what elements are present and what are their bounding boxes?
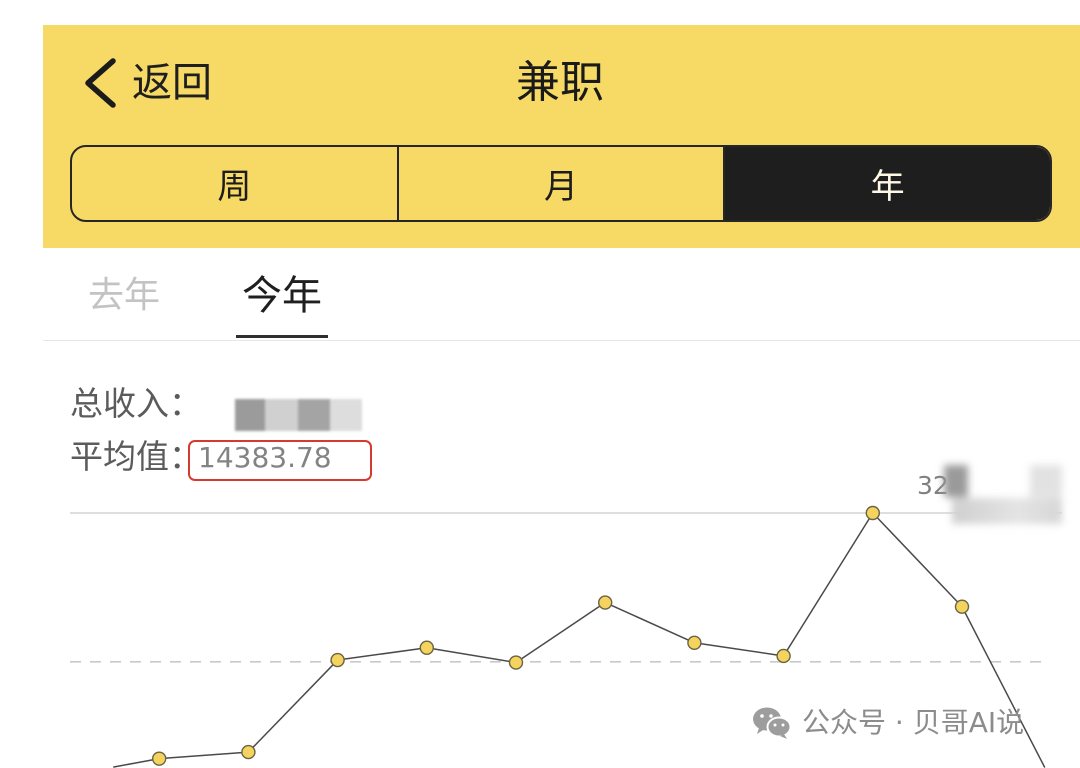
data-point bbox=[151, 751, 167, 766]
series-line-segment bbox=[782, 512, 874, 657]
data-point bbox=[954, 599, 970, 614]
watermark: 公众号 · 贝哥AI说 bbox=[752, 702, 1024, 744]
data-point bbox=[776, 648, 791, 664]
segment-month[interactable]: 月 bbox=[399, 147, 726, 220]
wechat-icon bbox=[752, 706, 792, 740]
watermark-text: 公众号 · 贝哥AI说 bbox=[802, 706, 1025, 739]
tabs-divider bbox=[43, 340, 1080, 341]
series-line-segment bbox=[693, 642, 785, 657]
total-income-value-redacted bbox=[235, 399, 362, 431]
series-line-segment bbox=[604, 601, 696, 644]
series-line-segment bbox=[872, 512, 963, 608]
data-point bbox=[598, 595, 613, 610]
max-value-redacted bbox=[944, 462, 1062, 526]
data-point bbox=[508, 655, 524, 670]
period-segmented-control: 周 月 年 bbox=[70, 145, 1052, 222]
tab-label: 今年 bbox=[242, 273, 322, 319]
tab-underline bbox=[236, 335, 328, 338]
series-line-segment bbox=[158, 751, 250, 760]
page-title: 兼职 bbox=[516, 57, 604, 108]
series-line-segment bbox=[336, 646, 428, 661]
series-line-segment bbox=[426, 646, 517, 664]
segment-year[interactable]: 年 bbox=[725, 147, 1050, 220]
tab-this-year[interactable]: 今年 bbox=[236, 270, 328, 338]
tab-last-year[interactable]: 去年 bbox=[84, 270, 164, 338]
data-point bbox=[241, 744, 256, 760]
top-nav-bar: 返回 兼职 周 月 年 bbox=[43, 25, 1080, 248]
total-income-label: 总收入： bbox=[70, 384, 202, 423]
tab-label: 去年 bbox=[87, 275, 160, 316]
data-point bbox=[419, 640, 434, 655]
data-point bbox=[330, 652, 345, 668]
data-point bbox=[687, 635, 702, 651]
segment-week[interactable]: 周 bbox=[72, 147, 399, 220]
data-point bbox=[865, 505, 880, 521]
back-label: 返回 bbox=[132, 60, 212, 106]
series-line-segment bbox=[515, 601, 606, 664]
series-line-segment bbox=[247, 659, 339, 753]
back-button[interactable]: 返回 bbox=[80, 55, 212, 111]
chevron-left-icon bbox=[80, 57, 118, 109]
